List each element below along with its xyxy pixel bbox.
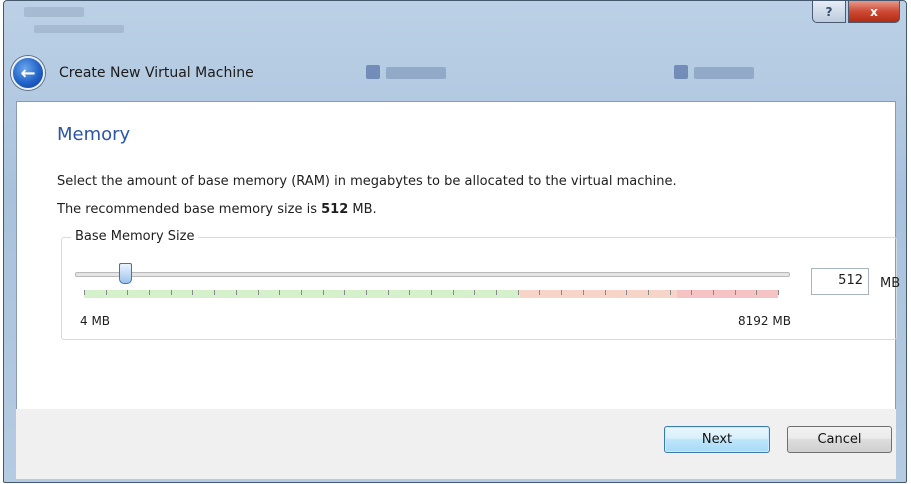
slider-tick xyxy=(387,290,389,295)
base-memory-group: Base Memory Size 4 MB 8192 MB 512 MB xyxy=(61,229,901,340)
slider-tick xyxy=(474,290,476,295)
slider-tick xyxy=(235,290,237,295)
recommendation-prefix: The recommended base memory size is xyxy=(57,202,322,217)
page-title: Memory xyxy=(57,124,131,145)
slider-tick xyxy=(734,290,736,295)
back-arrow-icon: ← xyxy=(20,62,36,84)
slider-tick xyxy=(214,290,216,295)
slider-tick xyxy=(84,290,85,295)
slider-tick xyxy=(496,290,498,295)
slider-tick xyxy=(582,290,584,295)
memory-unit-label: MB xyxy=(880,276,901,291)
slider-tick xyxy=(409,290,411,295)
slider-tick xyxy=(127,290,129,295)
slider-tick xyxy=(561,290,563,295)
slider-tick xyxy=(691,290,693,295)
slider-tick xyxy=(669,290,671,295)
slider-tick xyxy=(647,290,649,295)
memory-slider-thumb[interactable] xyxy=(119,263,132,284)
slider-tick xyxy=(626,290,628,295)
slider-tick xyxy=(105,290,107,295)
slider-tick xyxy=(452,290,454,295)
close-button[interactable]: x xyxy=(848,1,900,23)
slider-tick xyxy=(365,290,367,295)
slider-tick xyxy=(431,290,432,295)
slider-tick xyxy=(344,290,346,295)
wizard-header: ← Create New Virtual Machine xyxy=(11,43,891,103)
memory-slider-track[interactable] xyxy=(75,272,790,277)
slider-tick xyxy=(539,290,541,295)
wizard-title: Create New Virtual Machine xyxy=(59,65,254,81)
page-description: Select the amount of base memory (RAM) i… xyxy=(57,174,677,189)
slider-tick xyxy=(517,290,519,295)
recommendation-text: The recommended base memory size is 512 … xyxy=(57,202,377,217)
recommended-value: 512 xyxy=(321,202,349,217)
dialog-window: ? x ← Create New Virtual Machine Memory … xyxy=(3,0,907,483)
slider-tick xyxy=(279,290,281,295)
slider-tick xyxy=(149,290,151,295)
cancel-button[interactable]: Cancel xyxy=(787,426,892,453)
slider-tick xyxy=(756,290,758,295)
slider-tick xyxy=(778,290,779,295)
slider-tick xyxy=(192,290,194,295)
slider-tick xyxy=(322,290,324,295)
group-label: Base Memory Size xyxy=(71,229,199,244)
recommendation-unit: MB. xyxy=(348,202,377,217)
slider-tick xyxy=(257,290,259,295)
slider-tick xyxy=(712,290,714,295)
memory-size-input[interactable]: 512 xyxy=(811,268,869,295)
slider-tick xyxy=(170,290,172,295)
min-memory-label: 4 MB xyxy=(80,314,111,328)
max-memory-label: 8192 MB xyxy=(738,314,791,328)
content-panel: Memory Select the amount of base memory … xyxy=(16,101,901,410)
next-button[interactable]: Next xyxy=(664,426,770,453)
help-button[interactable]: ? xyxy=(812,1,846,23)
button-bar: Next Cancel xyxy=(16,409,896,479)
slider-tick xyxy=(300,290,302,295)
slider-tick xyxy=(604,290,606,295)
slider-ticks xyxy=(84,290,779,296)
back-button[interactable]: ← xyxy=(11,56,45,90)
caption-buttons: ? x xyxy=(812,1,900,23)
